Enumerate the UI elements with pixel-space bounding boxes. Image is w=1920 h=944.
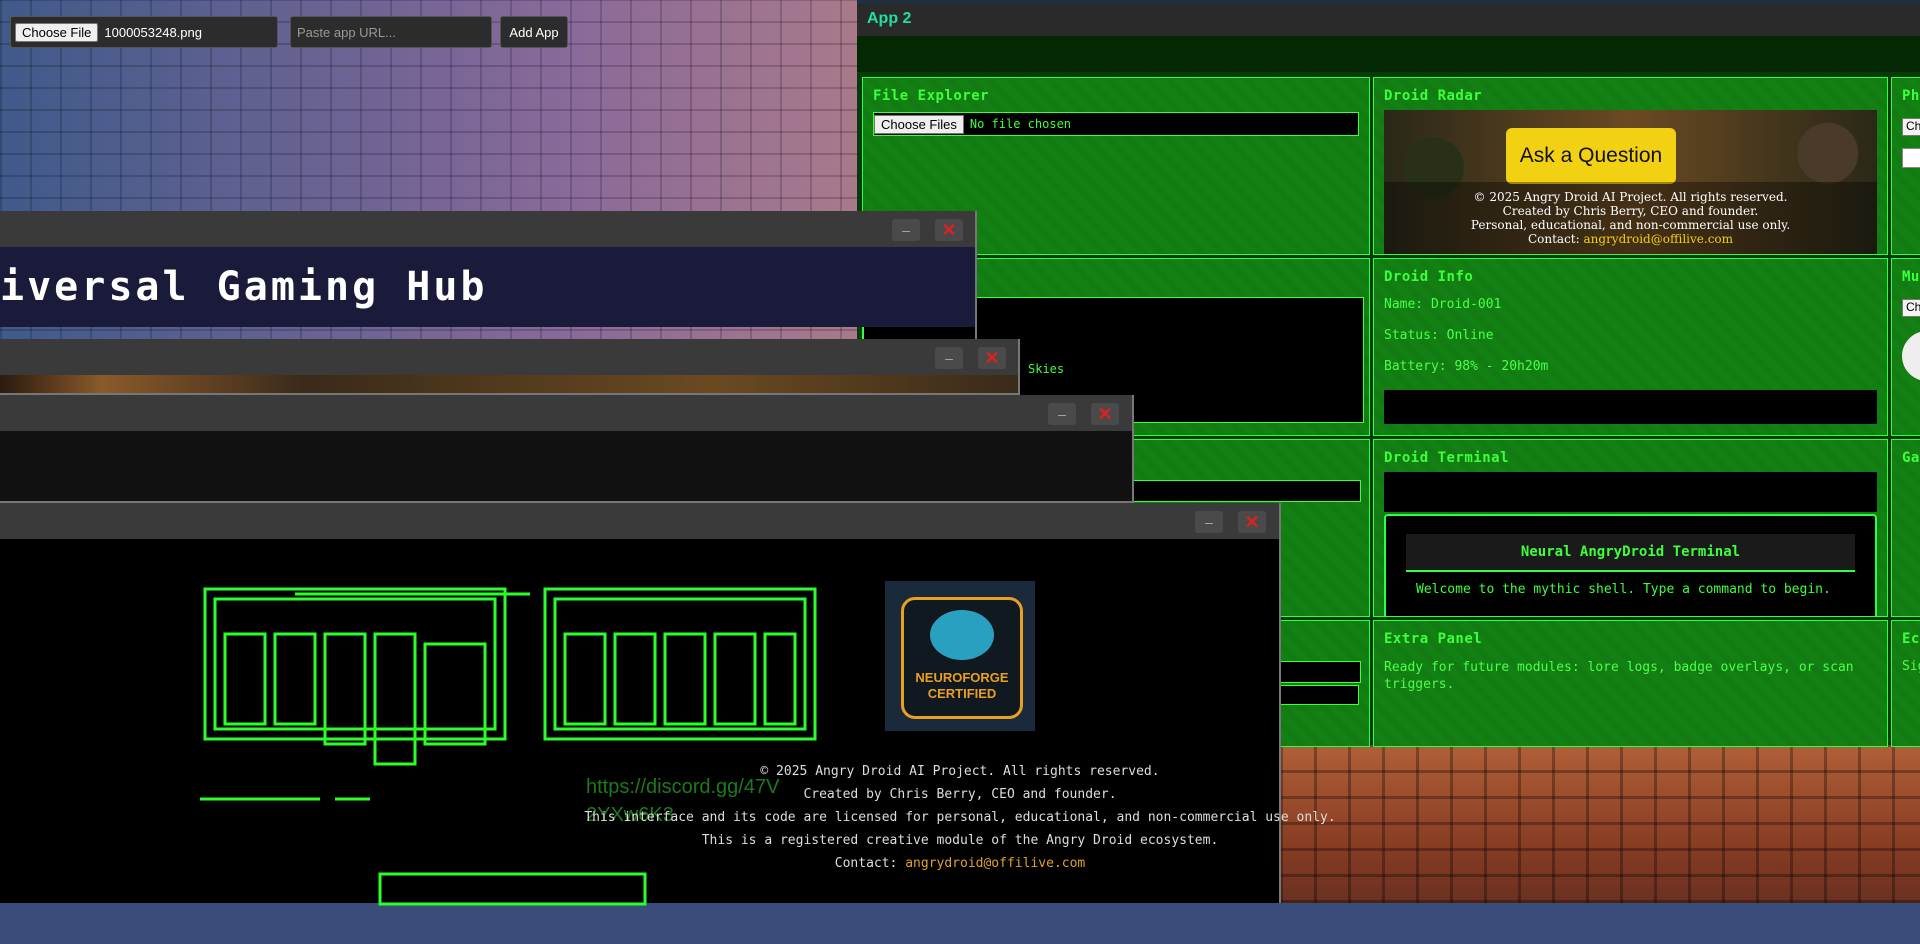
contact-email-link[interactable]: angrydroid@offilive.com (905, 856, 1085, 871)
droid-info-panel: Droid Info Name: Droid-001 Status: Onlin… (1373, 258, 1888, 436)
panel-title: Ech (1902, 631, 1920, 647)
brain-icon (930, 610, 994, 660)
window-content-image (0, 375, 1018, 393)
radar-image: Ask a Question © 2025 Angry Droid AI Pro… (1384, 110, 1877, 254)
close-icon: ✕ (1097, 403, 1113, 424)
chosen-file-name: 1000053248.png (104, 24, 202, 40)
contact-label: Contact: (834, 856, 898, 871)
extra-panel-text: Ready for future modules: lore logs, bad… (1384, 660, 1854, 692)
close-button[interactable]: ✕ (1091, 403, 1119, 425)
close-button[interactable]: ✕ (978, 347, 1006, 369)
app2-header (857, 36, 1920, 72)
panel-title: Mus (1902, 269, 1920, 285)
minimize-icon: – (1205, 514, 1213, 530)
music-file-input[interactable]: Che (1902, 299, 1920, 317)
droid-name: Name: Droid-001 (1384, 297, 1502, 312)
terminal-welcome: Welcome to the mythic shell. Type a comm… (1416, 582, 1831, 597)
ask-question-button[interactable]: Ask a Question (1506, 128, 1676, 184)
app-window-2: – ✕ (0, 339, 1020, 395)
footer-line: Created by Chris Berry, CEO and founder. (803, 787, 1117, 802)
echo-text: Sig (1902, 659, 1920, 674)
badge-label-bottom: CERTIFIED (927, 686, 997, 701)
minimize-button[interactable]: – (1048, 403, 1076, 425)
panel-title: Droid Terminal (1384, 450, 1510, 466)
hidden-panel-text: Skies (1028, 362, 1065, 376)
app-file-input[interactable]: Choose File 1000053248.png (10, 16, 278, 48)
droid-terminal-panel: Droid Terminal Neural AngryDroid Termina… (1373, 439, 1888, 617)
photo-panel: Pho Che (1891, 77, 1920, 255)
echo-panel: Ech Sig (1891, 620, 1920, 747)
terminal-output (1384, 472, 1877, 512)
footer-line: This interface and its code are licensed… (584, 810, 1336, 825)
close-icon: ✕ (984, 347, 1000, 368)
minimize-icon: – (945, 350, 953, 366)
droid-info-bar (1384, 390, 1877, 424)
file-status: No file chosen (969, 117, 1072, 131)
app2-title: App 2 (857, 0, 1920, 36)
choose-files-button[interactable]: Choose Files (874, 114, 964, 134)
droid-battery: Battery: 98% - 20h20m (1384, 359, 1549, 374)
badge-label-top: NEUROFORGE (915, 670, 1009, 685)
panel-title: Gam (1902, 450, 1920, 466)
close-icon: ✕ (1244, 511, 1260, 532)
angry-droid-footer: © 2025 Angry Droid AI Project. All right… (540, 760, 1380, 875)
photo-file-input[interactable]: Che (1902, 118, 1920, 136)
app-url-input[interactable]: Paste app URL... (290, 16, 492, 48)
panel-title: Extra Panel (1384, 631, 1483, 647)
footer-line: © 2025 Angry Droid AI Project. All right… (1473, 190, 1788, 204)
panel-title: Droid Info (1384, 269, 1474, 285)
footer-line: Created by Chris Berry, CEO and founder. (1502, 204, 1759, 218)
game-panel: Gam (1891, 439, 1920, 617)
footer-contact: Contact: angrydroid@offilive.com (1384, 232, 1877, 246)
minimize-icon: – (902, 222, 910, 238)
broken-image-icon (1902, 148, 1920, 168)
panel-title: Droid Radar (1384, 88, 1483, 104)
minimize-button[interactable]: – (892, 219, 920, 241)
file-explorer-input[interactable]: Choose Files No file chosen (873, 112, 1359, 136)
footer-contact: Contact: angrydroid@offilive.com (540, 852, 1380, 875)
panel-title: File Explorer (873, 88, 990, 104)
gaming-hub-title: iversal Gaming Hub (0, 247, 975, 327)
radar-footer: © 2025 Angry Droid AI Project. All right… (1384, 182, 1877, 254)
neuroforge-badge: NEUROFORGE CERTIFIED (885, 581, 1035, 731)
close-icon: ✕ (941, 219, 957, 240)
app-window-3: – ✕ (0, 395, 1134, 503)
gaming-hub-window: – ✕ iversal Gaming Hub (0, 211, 977, 341)
close-button[interactable]: ✕ (1238, 511, 1266, 533)
panel-title: Pho (1902, 88, 1920, 104)
terminal-window[interactable]: Neural AngryDroid Terminal Welcome to th… (1384, 514, 1877, 616)
window-content (0, 431, 1132, 501)
play-button[interactable] (1902, 331, 1920, 381)
badge-frame: NEUROFORGE CERTIFIED (901, 597, 1023, 719)
app-toolbar: Choose File 1000053248.png Paste app URL… (0, 0, 860, 60)
footer-line: © 2025 Angry Droid AI Project. All right… (760, 764, 1160, 779)
choose-file-button[interactable]: Choose File (15, 22, 99, 42)
contact-label: Contact: (1527, 232, 1580, 246)
terminal-header: Neural AngryDroid Terminal (1406, 534, 1855, 572)
droid-status: Status: Online (1384, 328, 1494, 343)
add-app-button[interactable]: Add App (500, 16, 568, 48)
footer-line: Personal, educational, and non-commercia… (1470, 218, 1791, 232)
music-panel: Mus Che (1891, 258, 1920, 436)
window-titlebar[interactable]: – ✕ (0, 503, 1279, 539)
minimize-button[interactable]: – (935, 347, 963, 369)
window-titlebar[interactable]: – ✕ (0, 211, 975, 247)
droid-radar-panel: Droid Radar Ask a Question © 2025 Angry … (1373, 77, 1888, 255)
close-button[interactable]: ✕ (935, 219, 963, 241)
extra-panel: Extra Panel Ready for future modules: lo… (1373, 620, 1888, 747)
window-titlebar[interactable]: – ✕ (0, 339, 1018, 375)
window-titlebar[interactable]: – ✕ (0, 395, 1132, 431)
minimize-button[interactable]: – (1195, 511, 1223, 533)
minimize-icon: – (1058, 406, 1066, 422)
contact-email-link[interactable]: angrydroid@offilive.com (1584, 232, 1734, 246)
footer-line: This is a registered creative module of … (701, 833, 1219, 848)
